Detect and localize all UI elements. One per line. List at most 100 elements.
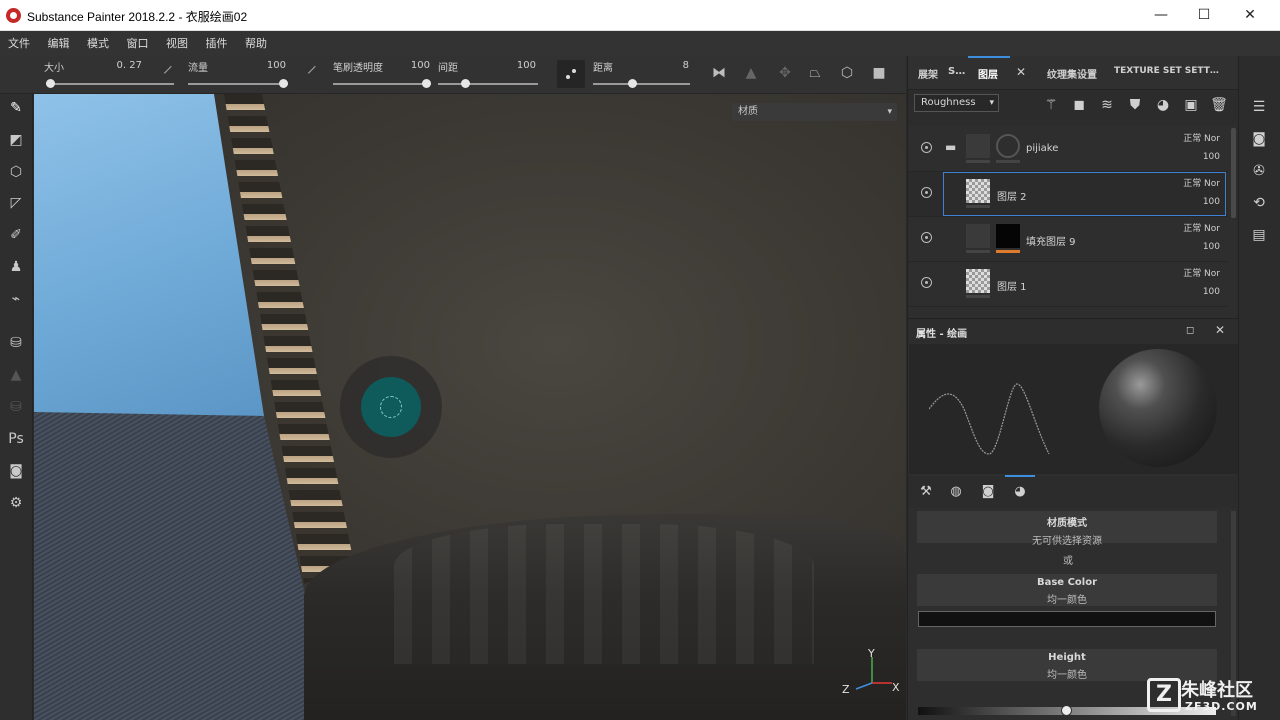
tab-texture-set-settings[interactable]: TEXTURE SET SETT… xyxy=(1114,66,1219,76)
spacing-slider-knob[interactable] xyxy=(461,79,470,88)
layer-row[interactable]: 填充图层 9 正常 Nor 100 xyxy=(908,217,1228,262)
add-fill-layer-icon[interactable]: ⛊ xyxy=(1126,96,1144,114)
symmetry-mirror-icon[interactable]: ▲ xyxy=(742,65,760,81)
add-mask-icon[interactable]: ◼ xyxy=(1070,96,1088,114)
menu-mode[interactable]: 模式 xyxy=(80,31,116,56)
flow-slider-track[interactable] xyxy=(188,83,288,85)
delete-layer-icon[interactable]: 🗑 xyxy=(1210,96,1228,114)
visibility-eye-icon[interactable] xyxy=(921,142,932,153)
add-effect-icon[interactable]: ⚚ xyxy=(1042,96,1060,114)
layers-panel-icon[interactable]: ☰ xyxy=(1249,97,1269,117)
menu-file[interactable]: 文件 xyxy=(1,31,37,56)
size-slider-knob[interactable] xyxy=(46,79,55,88)
polygon-fill-tool-icon[interactable]: ◸ xyxy=(7,194,25,212)
visibility-eye-icon[interactable] xyxy=(921,232,932,243)
screenshot-icon[interactable]: ◙ xyxy=(7,462,25,480)
menu-help[interactable]: 帮助 xyxy=(238,31,274,56)
spacing-value[interactable]: 100 xyxy=(500,60,536,71)
distance-slider-track[interactable] xyxy=(593,83,690,85)
projection-tool-icon[interactable]: ⬡ xyxy=(7,163,25,181)
close-panel-icon[interactable]: ✕ xyxy=(1215,323,1225,337)
cube-view-icon[interactable]: ⬡ xyxy=(838,65,856,81)
size-pen-pressure-icon[interactable] xyxy=(163,65,179,81)
close-window-button[interactable]: ✕ xyxy=(1227,0,1273,31)
base-color-section[interactable]: Base Color 均一颜色 xyxy=(917,574,1217,606)
symmetry-icon[interactable]: ⧓ xyxy=(710,65,728,81)
blend-mode-select[interactable]: 正常 Nor xyxy=(1183,266,1220,279)
blend-mode-select[interactable]: 正常 Nor xyxy=(1183,221,1220,234)
settings-gear-icon[interactable]: ⚙ xyxy=(7,494,25,512)
distance-value[interactable]: 8 xyxy=(660,60,689,71)
texture-set-icon[interactable]: ◙ xyxy=(1249,129,1269,149)
camera-icon[interactable]: ■ xyxy=(870,65,888,81)
layer-name[interactable]: 图层 1 xyxy=(997,278,1027,293)
layer-row[interactable]: 图层 1 正常 Nor 100 xyxy=(908,262,1228,307)
menu-view[interactable]: 视图 xyxy=(159,31,195,56)
height-value-slider-knob[interactable] xyxy=(1061,705,1072,716)
minimize-button[interactable]: — xyxy=(1138,0,1184,31)
layer-opacity[interactable]: 100 xyxy=(1203,242,1220,252)
tab-shelf[interactable]: 展架 xyxy=(918,66,938,81)
tool-options-bar: 大小 0. 27 流量 100 笔刷透明度 100 间距 100 距离 8 ⧓ … xyxy=(0,56,906,94)
stroke-opacity-value[interactable]: 100 xyxy=(400,60,430,71)
stencil-tab-icon[interactable]: ◙ xyxy=(980,484,996,500)
add-layer-stack-icon[interactable]: ≋ xyxy=(1098,96,1116,114)
axis-z-label: Z xyxy=(842,683,850,696)
smudge-tool-icon[interactable]: ✐ xyxy=(7,226,25,244)
log-icon[interactable]: ▤ xyxy=(1249,225,1269,245)
tab-texture-set[interactable]: 纹理集设置 xyxy=(1047,66,1097,81)
material-picker-tool-icon[interactable]: ⌁ xyxy=(7,290,25,308)
distance-slider-knob[interactable] xyxy=(628,79,637,88)
clone-tool-icon[interactable]: ♟ xyxy=(7,258,25,276)
projection-icon[interactable]: ⏢ xyxy=(806,65,824,81)
substance-source-icon[interactable]: ⛁ xyxy=(7,398,25,416)
size-slider-track[interactable] xyxy=(46,83,174,85)
menu-plugins[interactable]: 插件 xyxy=(199,31,235,56)
menu-window[interactable]: 窗口 xyxy=(120,31,156,56)
eraser-tool-icon[interactable]: ◩ xyxy=(7,131,25,149)
float-panel-icon[interactable]: ◻ xyxy=(1186,325,1194,336)
photoshop-export-icon[interactable]: Ps xyxy=(7,430,25,448)
brush-tab-icon[interactable]: ⚒ xyxy=(918,484,934,500)
iray-icon[interactable]: ▲ xyxy=(7,366,25,384)
viewport-display-mode-dropdown[interactable]: 材质 ▾ xyxy=(732,103,897,121)
symmetry-radial-icon[interactable]: ✥ xyxy=(776,65,794,81)
paint-brush-tool-icon[interactable]: ✎ xyxy=(7,99,25,117)
add-folder-icon[interactable]: ▣ xyxy=(1182,96,1200,114)
size-value[interactable]: 0. 27 xyxy=(100,60,142,71)
stroke-opacity-slider-knob[interactable] xyxy=(422,79,431,88)
properties-tab-bar: ⚒ ◍ ◙ ◕ xyxy=(908,476,1238,508)
tab-layers[interactable]: 图层 xyxy=(978,66,998,81)
maximize-button[interactable]: ☐ xyxy=(1181,0,1227,31)
spacing-slider-track[interactable] xyxy=(438,83,538,85)
flow-pen-pressure-icon[interactable] xyxy=(307,65,323,81)
layers-scrollbar[interactable] xyxy=(1231,128,1236,218)
stroke-opacity-slider-track[interactable] xyxy=(333,83,431,85)
flow-value[interactable]: 100 xyxy=(250,60,286,71)
visibility-eye-icon[interactable] xyxy=(921,187,932,198)
add-smart-material-icon[interactable]: ◕ xyxy=(1154,96,1172,114)
close-layers-tab-icon[interactable]: ✕ xyxy=(1016,65,1026,79)
watermark: Z 朱峰社区 ZF3D.COM xyxy=(1145,676,1275,720)
visibility-eye-icon[interactable] xyxy=(921,277,932,288)
bake-icon[interactable]: ⛁ xyxy=(7,334,25,352)
layer-opacity[interactable]: 100 xyxy=(1203,152,1220,162)
alpha-tab-icon[interactable]: ◍ xyxy=(948,484,964,500)
layer-name[interactable]: pijiake xyxy=(1026,143,1058,154)
blend-mode-select[interactable]: 正常 Nor xyxy=(1183,131,1220,144)
display-settings-icon[interactable]: ✇ xyxy=(1249,161,1269,181)
base-color-swatch[interactable] xyxy=(918,611,1216,627)
3d-viewport[interactable]: 材质 ▾ Y Z X xyxy=(34,94,906,720)
tab-shelf-overflow[interactable]: S… xyxy=(948,66,965,77)
lazy-mouse-toggle[interactable] xyxy=(557,60,585,88)
layer-opacity[interactable]: 100 xyxy=(1203,287,1220,297)
material-mode-section[interactable]: 材质模式 无可供选择资源 xyxy=(917,511,1217,547)
layer-row[interactable]: ▬ pijiake 正常 Nor 100 xyxy=(908,127,1228,172)
flow-slider-knob[interactable] xyxy=(279,79,288,88)
menu-edit[interactable]: 编辑 xyxy=(41,31,77,56)
history-icon[interactable]: ⟲ xyxy=(1249,193,1269,213)
layer-name[interactable]: 填充图层 9 xyxy=(1026,233,1076,248)
layer-thumbnail xyxy=(966,269,990,293)
material-tab-icon[interactable]: ◕ xyxy=(1012,484,1028,500)
channel-select[interactable]: Roughness ▾ xyxy=(914,94,999,112)
